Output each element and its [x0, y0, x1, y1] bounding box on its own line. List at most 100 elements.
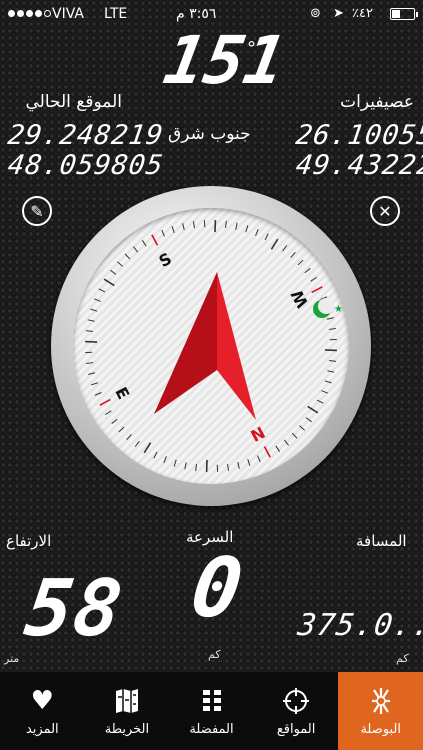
compass-tick [305, 417, 312, 423]
compass-tick [86, 362, 94, 365]
compass-tick [111, 418, 118, 424]
network-type: LTE [104, 6, 128, 22]
location-arrow-icon: ➤ [333, 6, 344, 21]
compass-tick [93, 298, 101, 302]
compass-logo-icon [368, 686, 394, 716]
compass-tick [105, 410, 112, 416]
clear-target-button[interactable]: ✕ [370, 196, 400, 226]
svg-text:★: ★ [334, 304, 343, 315]
heart-icon: ♥ [30, 686, 54, 716]
compass-tick [275, 445, 281, 452]
compass-tick [85, 330, 93, 332]
compass-tick [329, 360, 337, 362]
battery-percent: ٪٤٢ [352, 6, 373, 21]
compass-needle [154, 272, 256, 420]
target-longitude: 49.432220 [293, 150, 423, 181]
tab-locations[interactable]: المواقع [254, 672, 339, 750]
tab-bar: البوصلة المواقع المفضلة الخريطة ♥ المزيد [0, 672, 423, 750]
compass-tick [98, 288, 106, 293]
carrier-name: VIVA [52, 6, 84, 22]
compass-letter-e: E [111, 384, 133, 403]
signal-strength-icon [8, 10, 51, 17]
altitude-label: الارتفاع [6, 532, 52, 550]
heading-degrees: 151 [158, 22, 292, 99]
compass-tick [192, 221, 195, 229]
target-latitude: 26.100559 [293, 120, 423, 151]
compass-tick [299, 425, 305, 431]
tab-more[interactable]: ♥ المزيد [0, 672, 85, 750]
map-icon [114, 686, 140, 716]
tab-favorites-label: المفضلة [189, 722, 234, 737]
compass-dial: S N E W ★ [51, 186, 371, 506]
compass-tick [103, 278, 115, 287]
edit-location-button[interactable]: ✎ [22, 196, 52, 226]
compass-tick [263, 446, 271, 458]
compass-tick [117, 261, 123, 267]
compass-tick [297, 259, 304, 266]
tab-map-label: الخريطة [104, 722, 150, 737]
heading-direction-text: جنوب شرق [168, 124, 251, 144]
compass-tick [143, 442, 152, 454]
compass-tick [134, 440, 140, 447]
compass-tick [110, 269, 117, 275]
compass-tick [304, 268, 311, 274]
compass-tick [133, 246, 139, 253]
compass-tick [88, 372, 96, 375]
tab-compass[interactable]: البوصلة [338, 672, 423, 750]
compass-tick [324, 380, 332, 384]
altitude-value: 58 [19, 564, 129, 654]
altitude-unit: متر [4, 652, 20, 665]
compass-tick [227, 463, 230, 471]
compass-tick [195, 464, 197, 472]
battery-icon [390, 8, 418, 20]
compass-tick [91, 382, 98, 386]
speed-value: 0 [185, 541, 250, 636]
compass-tick [90, 308, 98, 312]
compass-tick [87, 319, 95, 322]
compass-tick [310, 276, 317, 282]
close-icon: ✕ [378, 201, 392, 221]
compass-tick [311, 286, 323, 294]
degree-symbol: ° [247, 38, 256, 59]
tab-compass-label: البوصلة [360, 722, 401, 737]
current-location-title: الموقع الحالي [25, 92, 123, 112]
compass-tick [316, 399, 324, 404]
compass-tick [124, 253, 131, 260]
compass-tick [184, 462, 187, 470]
compass-tick [141, 240, 147, 247]
compass-tick [151, 234, 159, 246]
compass-tick [237, 461, 240, 469]
status-time: ٣:٥٦ م [176, 6, 217, 22]
compass-tick [283, 439, 289, 446]
tab-more-label: المزيد [25, 722, 59, 737]
distance-value: 375.0.. [295, 608, 423, 643]
compass-tick [326, 317, 334, 320]
current-longitude: 48.059805 [5, 150, 166, 181]
compass-letter-s: S [156, 249, 175, 271]
compass-tick [245, 225, 249, 233]
compass-tick [257, 455, 261, 463]
crosshair-icon [282, 686, 310, 716]
compass-letter-n: N [247, 422, 268, 445]
compass-tick [290, 252, 296, 258]
compass-tick [118, 426, 125, 433]
pencil-icon: ✎ [30, 201, 44, 221]
compass-tick [171, 226, 175, 233]
compass-letter-w: W [287, 286, 312, 311]
compass-graphic: S N E W ★ [85, 220, 343, 472]
compass-tick [328, 327, 336, 330]
compass-tick [327, 370, 335, 373]
compass-tick [291, 432, 298, 439]
tab-map[interactable]: الخريطة [85, 672, 170, 750]
tab-favorites[interactable]: المفضلة [169, 672, 254, 750]
compass-tick [173, 459, 177, 467]
compass-tick [235, 222, 238, 230]
compass-tick [255, 228, 259, 236]
compass-tick [225, 220, 227, 228]
compass-tick [321, 390, 329, 394]
compass-tick [307, 405, 319, 414]
compass-tick [264, 233, 269, 241]
target-location-title: عصيفيرات [340, 92, 414, 112]
qibla-crescent-icon: ★ [313, 298, 343, 318]
compass-tick [161, 229, 165, 237]
